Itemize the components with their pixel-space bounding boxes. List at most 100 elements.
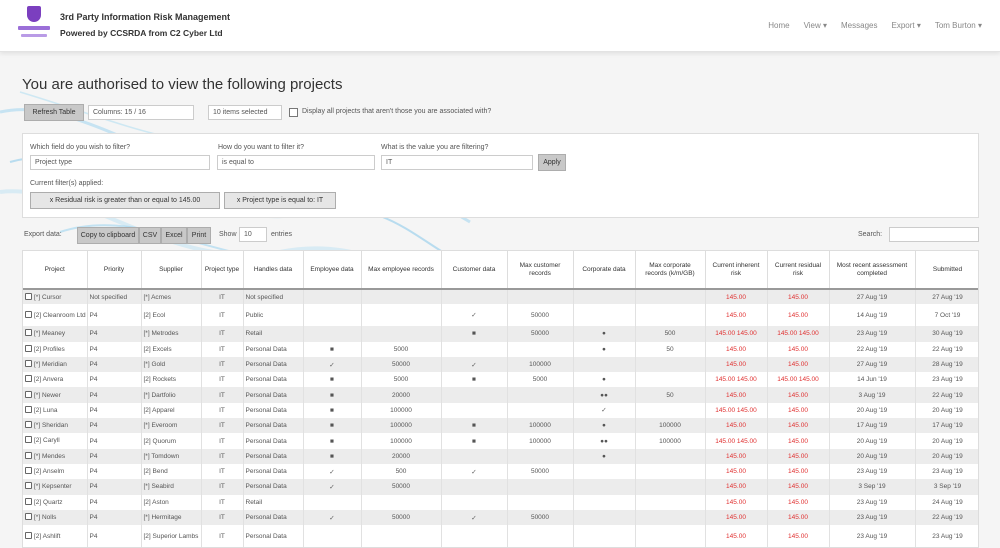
expand-row-icon[interactable] (25, 497, 32, 505)
table-row[interactable]: [2] Cleanroom Ltd P4 [2] Ecol IT Public ✓ 5000… (23, 304, 978, 327)
show-all-projects-checkbox[interactable] (289, 108, 298, 117)
column-header[interactable]: Project (23, 251, 88, 290)
nav-view-dropdown[interactable]: View ▾ (804, 21, 827, 30)
table-row[interactable]: [*] Sheridan P4 [*] Everoom IT Personal Data… (23, 418, 978, 434)
expand-row-icon[interactable] (25, 531, 32, 539)
project-name[interactable]: [2] Anselm (34, 468, 64, 475)
project-name[interactable]: [2] Quartz (34, 499, 63, 506)
project-name[interactable]: [2] Profiles (34, 346, 65, 353)
filter-chip-project-type[interactable]: x Project type is equal to: IT (224, 192, 336, 209)
table-cell[interactable]: [*] Meaney (23, 326, 88, 342)
project-name[interactable]: [*] Nolls (34, 514, 56, 521)
expand-row-icon[interactable] (25, 390, 32, 398)
columns-select[interactable]: Columns: 15 / 16 (88, 105, 194, 120)
table-cell[interactable]: [2] Anselm (23, 463, 88, 480)
expand-row-icon[interactable] (25, 451, 32, 459)
project-name[interactable]: [2] Cleanroom Ltd (34, 312, 86, 319)
nav-export-dropdown[interactable]: Export ▾ (891, 21, 920, 30)
table-row[interactable]: [*] Nolls P4 [*] Hermitage IT Personal Data ✓… (23, 509, 978, 526)
column-header[interactable]: Priority (87, 251, 142, 290)
company-logo[interactable] (18, 6, 50, 44)
nav-messages[interactable]: Messages (841, 21, 877, 30)
copy-to-clipboard-button[interactable]: Copy to clipboard (77, 227, 139, 244)
project-name[interactable]: [2] Luna (34, 407, 58, 414)
page-size-select[interactable]: 10 (239, 227, 267, 242)
table-cell[interactable]: [2] Ashlift (23, 525, 88, 547)
filter-operator-select[interactable]: is equal to (217, 155, 375, 170)
table-row[interactable]: [*] Newer P4 [*] Dartfolio IT Personal Data ■… (23, 387, 978, 403)
expand-row-icon[interactable] (25, 329, 32, 337)
table-cell[interactable]: [*] Newer (23, 387, 88, 403)
filter-value-select[interactable]: IT (381, 155, 533, 170)
project-name[interactable]: [2] Anvera (34, 376, 63, 383)
table-cell[interactable]: [*] Sheridan (23, 418, 88, 434)
project-name[interactable]: [*] Mendes (34, 453, 65, 460)
table-row[interactable]: [*] Mendes P4 [*] Tomdown IT Personal Data ■ 2… (23, 448, 978, 464)
nav-user-dropdown[interactable]: Tom Burton ▾ (935, 21, 982, 30)
column-header[interactable]: Corporate data (573, 251, 636, 290)
table-row[interactable]: [2] Luna P4 [2] Apparel IT Personal Data ■ 100… (23, 402, 978, 419)
column-header[interactable]: Employee data (303, 251, 362, 290)
column-header[interactable]: Current residual risk (767, 251, 830, 290)
table-row[interactable]: [2] Profiles P4 [2] Excels IT Personal Data ■… (23, 341, 978, 357)
table-cell[interactable]: [2] Quartz (23, 494, 88, 510)
nav-home[interactable]: Home (768, 21, 789, 30)
column-header[interactable]: Handles data (243, 251, 304, 290)
table-search-input[interactable] (889, 227, 979, 242)
table-row[interactable]: [*] Meaney P4 [*] Metrodes IT Retail ■ 50000 ● 5… (23, 326, 978, 342)
table-cell[interactable]: [*] Cursor (23, 289, 88, 305)
filter-chip-residual-risk[interactable]: x Residual risk is greater than or equal… (30, 192, 220, 209)
project-name[interactable]: [*] Kepsenter (34, 484, 72, 491)
filter-field-select[interactable]: Project type (30, 155, 210, 170)
export-excel-button[interactable]: Excel (161, 227, 187, 244)
expand-row-icon[interactable] (25, 310, 32, 318)
table-row[interactable]: [2] Ashlift P4 [2] Superior Lambs IT Persona… (23, 525, 978, 547)
column-header[interactable]: Customer data (441, 251, 508, 290)
column-header[interactable]: Max corporate records (k/m/GB) (635, 251, 706, 290)
expand-row-icon[interactable] (25, 482, 32, 490)
expand-row-icon[interactable] (25, 436, 32, 444)
table-row[interactable]: [2] Anselm P4 [2] Bend IT Personal Data ✓ 500 ✓… (23, 463, 978, 480)
expand-row-icon[interactable] (25, 512, 32, 520)
project-name[interactable]: [2] Ashlift (34, 533, 60, 540)
expand-row-icon[interactable] (25, 467, 32, 474)
expand-row-icon[interactable] (25, 344, 32, 352)
column-header[interactable]: Project type (201, 251, 244, 290)
project-name[interactable]: [*] Meridian (34, 361, 67, 368)
table-cell[interactable]: [2] Cleanroom Ltd (23, 304, 88, 327)
column-header[interactable]: Submitted (915, 251, 978, 290)
table-row[interactable]: [*] Kepsenter P4 [*] Seabird IT Personal Dat… (23, 479, 978, 495)
table-row[interactable]: [*] Meridian P4 [*] Gold IT Personal Data ✓ 50… (23, 356, 978, 373)
column-header[interactable]: Max customer records (507, 251, 574, 290)
project-name[interactable]: [*] Cursor (34, 294, 61, 301)
project-name[interactable]: [2] Caryll (34, 438, 60, 445)
table-cell[interactable]: [*] Meridian (23, 356, 88, 373)
expand-row-icon[interactable] (25, 292, 32, 300)
column-header[interactable]: Max employee records (361, 251, 442, 290)
expand-row-icon[interactable] (25, 405, 32, 413)
table-row[interactable]: [2] Quartz P4 [2] Aston IT Retail 145.00 145.0… (23, 494, 978, 510)
view-select[interactable]: 10 items selected (208, 105, 282, 120)
expand-row-icon[interactable] (25, 359, 32, 367)
table-cell[interactable]: [2] Luna (23, 402, 88, 419)
column-header[interactable]: Supplier (141, 251, 202, 290)
project-name[interactable]: [*] Newer (34, 392, 61, 399)
export-csv-button[interactable]: CSV (139, 227, 161, 244)
apply-filter-button[interactable]: Apply (538, 154, 566, 171)
project-name[interactable]: [*] Sheridan (34, 422, 68, 429)
project-name[interactable]: [*] Meaney (34, 331, 65, 338)
table-cell[interactable]: [*] Nolls (23, 509, 88, 526)
table-cell[interactable]: [2] Anvera (23, 372, 88, 388)
table-cell[interactable]: [2] Caryll (23, 433, 88, 449)
expand-row-icon[interactable] (25, 421, 32, 429)
refresh-table-button[interactable]: Refresh Table (24, 104, 84, 121)
column-header[interactable]: Most recent assessment completed (829, 251, 916, 290)
table-cell[interactable]: [*] Kepsenter (23, 479, 88, 495)
table-cell[interactable]: [*] Mendes (23, 448, 88, 464)
table-row[interactable]: [2] Anvera P4 [2] Rockets IT Personal Data ■ 5… (23, 372, 978, 388)
table-row[interactable]: [2] Caryll P4 [2] Quorum IT Personal Data ■ 10… (23, 433, 978, 449)
table-row[interactable]: [*] Cursor Not specified [*] Acmes IT Not sp… (23, 289, 978, 305)
table-cell[interactable]: [2] Profiles (23, 341, 88, 357)
print-button[interactable]: Print (187, 227, 211, 244)
column-header[interactable]: Current inherent risk (705, 251, 768, 290)
